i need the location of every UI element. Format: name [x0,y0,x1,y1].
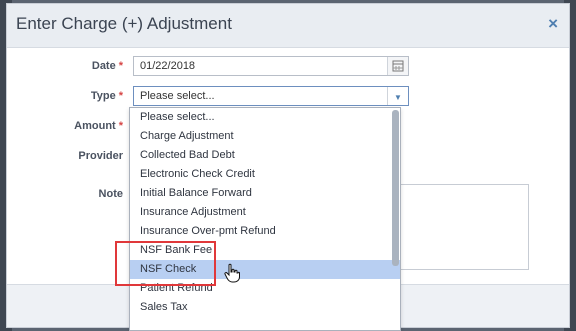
close-button[interactable]: × [548,15,558,32]
dropdown-scrollbar[interactable] [392,110,399,266]
dropdown-option[interactable]: Initial Balance Forward [130,184,400,203]
dialog-title: Enter Charge (+) Adjustment [16,14,232,33]
dropdown-option[interactable]: Insurance Adjustment [130,203,400,222]
dropdown-option[interactable]: NSF Bank Fee [130,241,400,260]
dropdown-option[interactable]: Collected Bad Debt [130,146,400,165]
calendar-icon[interactable] [387,57,408,75]
dropdown-option[interactable]: Sales Tax [130,298,400,317]
date-field[interactable]: 01/22/2018 [133,56,409,76]
date-value: 01/22/2018 [140,60,196,72]
chevron-down-icon[interactable]: ▼ [387,87,408,105]
dropdown-option[interactable]: Electronic Check Credit [130,165,400,184]
dialog-header: Enter Charge (+) Adjustment × [7,4,569,48]
dropdown-option-highlighted[interactable]: NSF Check [130,260,400,279]
date-label: Date * [91,60,123,72]
dropdown-option[interactable]: Insurance Over-pmt Refund [130,222,400,241]
type-select[interactable]: Please select... ▼ [133,86,409,106]
hand-pointer-icon [224,263,240,288]
type-selected-value: Please select... [140,90,215,102]
dropdown-option[interactable]: Patient Refund [130,279,400,298]
amount-label: Amount * [74,120,123,132]
type-label: Type * [90,90,123,102]
note-label: Note [98,188,123,200]
dropdown-option[interactable]: Charge Adjustment [130,127,400,146]
type-dropdown-list[interactable]: Please select... Charge Adjustment Colle… [129,107,401,331]
dropdown-option[interactable]: Please select... [130,108,400,127]
provider-label: Provider [78,150,123,162]
